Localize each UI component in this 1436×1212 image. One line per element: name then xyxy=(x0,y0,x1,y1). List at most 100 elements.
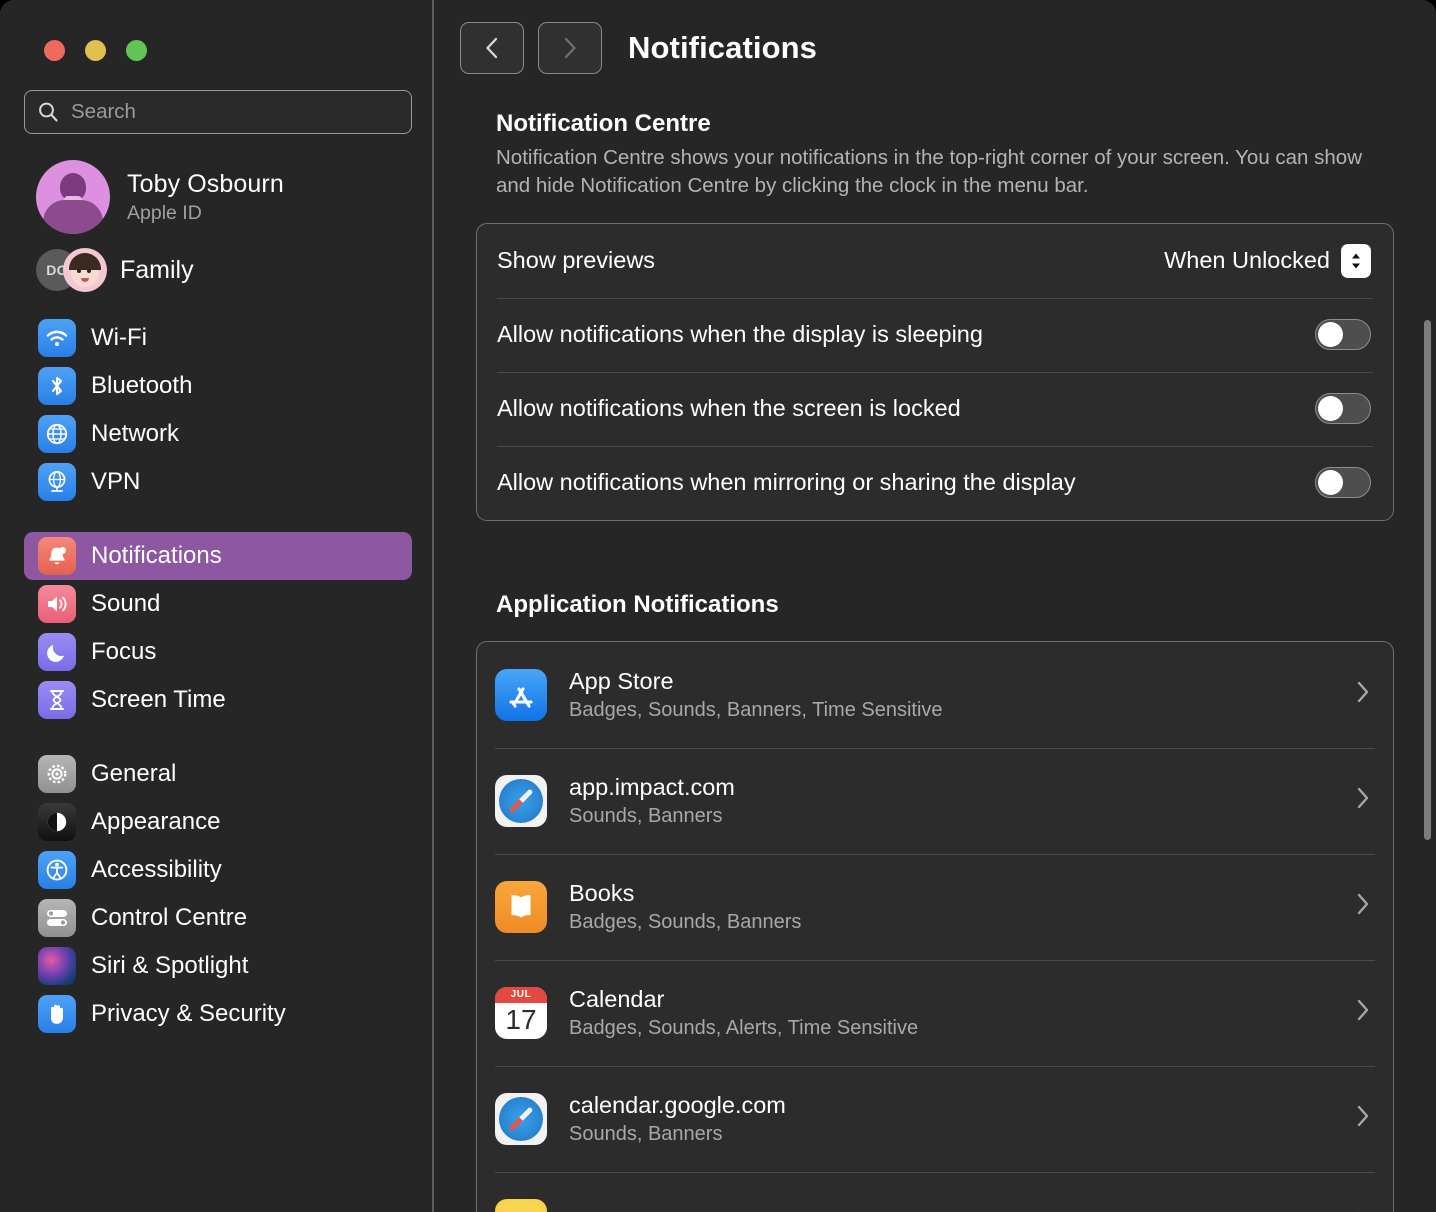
safari-website-icon xyxy=(495,1092,547,1145)
app-name: Calendar xyxy=(569,985,665,1012)
show-previews-value: When Unlocked xyxy=(1164,247,1330,274)
cyberduck-icon xyxy=(495,1198,547,1212)
books-icon xyxy=(495,880,547,933)
sidebar-item-label: VPN xyxy=(91,468,141,495)
sidebar-item-label: Bluetooth xyxy=(91,372,193,399)
app-row-app-impact-com[interactable]: app.impact.com Sounds, Banners xyxy=(477,747,1393,854)
row-show-previews: Show previews When Unlocked xyxy=(477,224,1393,298)
vpn-globe-icon xyxy=(38,463,76,501)
minimise-button[interactable] xyxy=(85,40,106,61)
row-screen-locked: Allow notifications when the screen is l… xyxy=(477,371,1393,446)
app-row-cyberduck[interactable]: Cyberduck xyxy=(477,1171,1393,1212)
app-name: App Store xyxy=(569,667,674,694)
sidebar-group-system: General Appearance Accessibility Control… xyxy=(0,750,434,1038)
app-row-books[interactable]: Books Badges, Sounds, Banners xyxy=(477,853,1393,960)
wifi-icon xyxy=(38,319,76,357)
toggle-screen-locked[interactable] xyxy=(1315,393,1371,425)
sidebar-item-siri-spotlight[interactable]: Siri & Spotlight xyxy=(24,942,412,990)
show-previews-popup[interactable]: When Unlocked xyxy=(1164,243,1371,278)
chevron-right-icon xyxy=(1355,1103,1371,1134)
window-controls xyxy=(0,0,434,61)
app-detail: Badges, Sounds, Alerts, Time Sensitive xyxy=(569,1016,919,1039)
account-subtitle: Apple ID xyxy=(127,201,202,224)
sidebar-item-sound[interactable]: Sound xyxy=(24,580,412,628)
sidebar-item-label: Wi-Fi xyxy=(91,324,147,351)
sidebar-item-label: General xyxy=(91,760,177,787)
app-row-app-store[interactable]: App Store Badges, Sounds, Banners, Time … xyxy=(477,642,1393,748)
application-notifications-heading: Application Notifications xyxy=(496,590,779,618)
accessibility-icon xyxy=(38,851,76,889)
zoom-button[interactable] xyxy=(126,40,147,61)
account-row[interactable]: Toby Osbourn Apple ID xyxy=(36,160,434,234)
app-name: app.impact.com xyxy=(569,773,735,800)
sidebar-item-wifi[interactable]: Wi-Fi xyxy=(24,314,412,362)
sidebar-group-alerts: Notifications Sound Focus Screen Time xyxy=(0,532,434,724)
sidebar-item-general[interactable]: General xyxy=(24,750,412,798)
row-mirroring-sharing: Allow notifications when mirroring or sh… xyxy=(477,445,1393,520)
back-button[interactable] xyxy=(460,22,524,74)
family-row[interactable]: DO Family xyxy=(36,248,434,292)
account-name: Toby Osbourn xyxy=(127,169,284,198)
chevron-right-icon xyxy=(564,37,576,59)
toggle-display-sleeping[interactable] xyxy=(1315,319,1371,351)
sidebar-item-vpn[interactable]: VPN xyxy=(24,458,412,506)
search-icon xyxy=(37,101,59,123)
bell-icon xyxy=(38,537,76,575)
app-detail: Badges, Sounds, Banners xyxy=(569,910,802,933)
notification-centre-description: Notification Centre shows your notificat… xyxy=(496,146,1363,198)
siri-orb-icon xyxy=(38,947,76,985)
chevron-right-icon xyxy=(1355,891,1371,922)
row-label: Show previews xyxy=(497,247,656,274)
sidebar-item-privacy-security[interactable]: Privacy & Security xyxy=(24,990,412,1038)
moon-icon xyxy=(38,633,76,671)
appearance-contrast-icon xyxy=(38,803,76,841)
network-globe-icon xyxy=(38,415,76,453)
calendar-icon: JUL 17 xyxy=(495,986,547,1039)
search-field[interactable] xyxy=(24,90,412,134)
sidebar-item-label: Siri & Spotlight xyxy=(91,952,249,979)
sidebar-group-network: Wi-Fi Bluetooth Network VPN xyxy=(0,314,434,506)
content-pane: Notifications Notification Centre Notifi… xyxy=(434,0,1436,1212)
app-row-calendar-google-com[interactable]: calendar.google.com Sounds, Banners xyxy=(477,1065,1393,1172)
application-notifications-card: App Store Badges, Sounds, Banners, Time … xyxy=(476,640,1394,1212)
sidebar-item-notifications[interactable]: Notifications xyxy=(24,532,412,580)
notification-centre-heading: Notification Centre xyxy=(496,110,711,137)
forward-button[interactable] xyxy=(538,22,602,74)
chevron-right-icon xyxy=(1355,679,1371,710)
chevron-left-icon xyxy=(486,37,498,59)
content-scrollbar[interactable] xyxy=(1424,320,1431,840)
sidebar-item-label: Sound xyxy=(91,590,161,617)
sidebar-item-accessibility[interactable]: Accessibility xyxy=(24,846,412,894)
sidebar-item-appearance[interactable]: Appearance xyxy=(24,798,412,846)
search-input[interactable] xyxy=(71,100,399,124)
app-name: calendar.google.com xyxy=(569,1091,786,1118)
sidebar-item-focus[interactable]: Focus xyxy=(24,628,412,676)
sidebar-item-control-centre[interactable]: Control Centre xyxy=(24,894,412,942)
sidebar-item-label: Network xyxy=(91,420,180,447)
app-detail: Sounds, Banners xyxy=(569,804,723,827)
row-display-sleeping: Allow notifications when the display is … xyxy=(477,297,1393,372)
sidebar-item-label: Control Centre xyxy=(91,904,248,931)
sidebar-item-label: Notifications xyxy=(91,542,222,569)
sidebar-item-label: Focus xyxy=(91,638,157,665)
chevron-right-icon xyxy=(1355,785,1371,816)
toggle-mirroring-sharing[interactable] xyxy=(1315,467,1371,499)
sidebar-item-label: Appearance xyxy=(91,808,221,835)
speaker-icon xyxy=(38,585,76,623)
close-button[interactable] xyxy=(44,40,65,61)
page-title: Notifications xyxy=(628,30,818,65)
chevron-right-icon xyxy=(1355,997,1371,1028)
sidebar-item-label: Privacy & Security xyxy=(91,1000,286,1027)
app-detail: Sounds, Banners xyxy=(569,1122,723,1145)
family-avatars: DO xyxy=(36,248,107,292)
sidebar-item-network[interactable]: Network xyxy=(24,410,412,458)
sidebar-item-screen-time[interactable]: Screen Time xyxy=(24,676,412,724)
app-name: Books xyxy=(569,879,635,906)
sidebar-item-label: Screen Time xyxy=(91,686,226,713)
avatar xyxy=(36,160,110,234)
sidebar: Toby Osbourn Apple ID DO Family Wi-Fi xyxy=(0,0,434,1212)
row-label: Allow notifications when the screen is l… xyxy=(497,395,961,422)
sidebar-item-bluetooth[interactable]: Bluetooth xyxy=(24,362,412,410)
app-row-calendar[interactable]: JUL 17 Calendar Badges, Sounds, Alerts, … xyxy=(477,959,1393,1066)
row-label: Allow notifications when the display is … xyxy=(497,321,983,348)
